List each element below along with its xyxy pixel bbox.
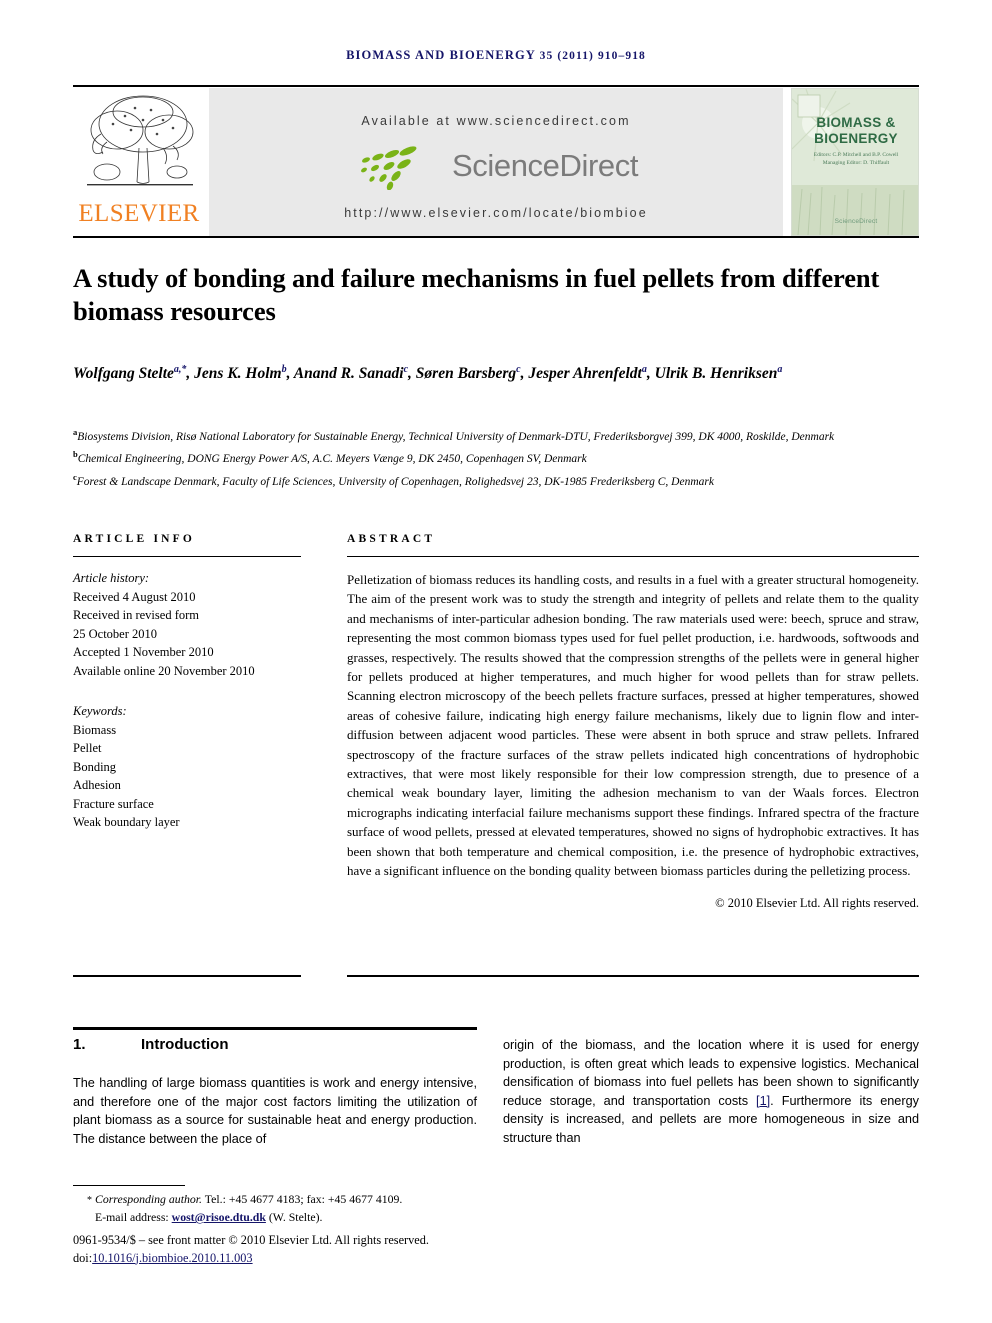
article-page: BIOMASS AND BIOENERGY 35 (2011) 910–918 <box>0 0 992 1323</box>
keyword-item: Biomass <box>73 722 117 737</box>
affiliation-text: Biosystems Division, Risø National Labor… <box>77 430 835 443</box>
doi-line: doi:10.1016/j.biombioe.2010.11.003 <box>73 1250 543 1268</box>
affiliation-list: aBiosystems Division, Risø National Labo… <box>73 424 919 491</box>
affiliation-text: Chemical Engineering, DONG Energy Power … <box>77 453 587 466</box>
section-rule <box>73 1027 477 1030</box>
sciencedirect-band: Available at www.sciencedirect.com Scien… <box>209 88 783 236</box>
cover-title: BIOMASS & BIOENERGY <box>814 115 898 146</box>
cover-editors: Editors: C.P. Mitchell and B.P. Cowell M… <box>813 152 899 166</box>
journal-url-text: http://www.elsevier.com/locate/biombioe <box>344 206 648 220</box>
keyword-item: Fracture surface <box>73 796 154 811</box>
doi-link[interactable]: 10.1016/j.biombioe.2010.11.003 <box>92 1251 252 1265</box>
header-rule <box>73 85 919 87</box>
page-title: A study of bonding and failure mechanism… <box>73 263 880 326</box>
body-column-right: origin of the biomass, and the location … <box>503 1036 919 1148</box>
email-link[interactable]: wost@risoe.dtu.dk <box>172 1210 266 1224</box>
history-item: Accepted 1 November 2010 <box>73 645 214 659</box>
body-column-left: The handling of large biomass quantities… <box>73 1076 477 1146</box>
keyword-item: Pellet <box>73 741 102 755</box>
abstract-text: Pelletization of biomass reduces its han… <box>347 572 919 879</box>
affiliation-item: bChemical Engineering, DONG Energy Power… <box>73 446 919 468</box>
email-label: E-mail address: <box>95 1210 169 1224</box>
reference-link-1[interactable]: [1] <box>756 1094 770 1108</box>
sciencedirect-wordmark: ScienceDirect <box>452 148 639 183</box>
keywords-block: Keywords: Biomass Pellet Bonding Adhesio… <box>73 702 301 832</box>
elsevier-tree-icon <box>87 95 194 186</box>
article-info-column: ARTICLE INFO Article history: Received 4… <box>73 533 301 832</box>
cover-sciencedirect-label: ScienceDirect <box>834 218 878 225</box>
abstract-heading: ABSTRACT <box>347 533 436 545</box>
history-item: 25 October 2010 <box>73 626 158 641</box>
section-number: 1. <box>73 1036 86 1053</box>
running-head-citation: 35 (2011) 910–918 <box>539 50 646 62</box>
article-info-heading: ARTICLE INFO <box>73 533 196 545</box>
corresponding-author-label: Corresponding author. <box>94 1192 203 1206</box>
elsevier-logo: ELSEVIER <box>73 88 205 236</box>
copyright-line: © 2010 Elsevier Ltd. All rights reserved… <box>715 895 919 910</box>
footnote-rule <box>73 1185 185 1186</box>
sciencedirect-leaves-icon <box>361 146 417 191</box>
masthead: ELSEVIER Available at www.sciencedirect.… <box>73 88 919 236</box>
abstract-bottom-rule <box>347 975 919 977</box>
history-item: Available online 20 November 2010 <box>73 663 255 678</box>
elsevier-wordmark: ELSEVIER <box>78 200 200 227</box>
article-history: Article history: Received 4 August 2010 … <box>73 569 301 680</box>
footnote-asterisk: * <box>87 1195 92 1206</box>
section-title: Introduction <box>141 1036 229 1053</box>
author-list: Wolfgang Steltea,*, Jens K. Holmb, Anand… <box>73 364 783 383</box>
affiliation-item: cForest & Landscape Denmark, Faculty of … <box>73 469 919 491</box>
affiliation-item: aBiosystems Division, Risø National Labo… <box>73 424 919 446</box>
keywords-label: Keywords: <box>73 704 127 718</box>
issn-line: 0961-9534/$ – see front matter © 2010 El… <box>73 1233 429 1247</box>
article-info-bottom-rule <box>73 975 301 977</box>
keyword-item: Bonding <box>73 759 117 774</box>
affiliation-text: Forest & Landscape Denmark, Faculty of L… <box>76 475 714 488</box>
doi-prefix: doi: <box>73 1250 93 1265</box>
keyword-item: Adhesion <box>73 778 121 792</box>
issn-and-doi: 0961-9534/$ – see front matter © 2010 El… <box>73 1232 543 1267</box>
abstract-column: ABSTRACT Pelletization of biomass reduce… <box>347 533 919 911</box>
journal-cover-thumbnail: BIOMASS & BIOENERGY Editors: C.P. Mitche… <box>791 88 919 236</box>
email-owner: (W. Stelte). <box>268 1210 323 1224</box>
running-head-journal: BIOMASS AND BIOENERGY <box>346 48 536 62</box>
history-item: Received 4 August 2010 <box>73 589 196 604</box>
history-item: Received in revised form <box>73 608 199 622</box>
article-info-rule <box>73 556 301 557</box>
keyword-item: Weak boundary layer <box>73 815 180 829</box>
abstract-rule <box>347 556 919 557</box>
corresponding-author-note: * Corresponding author. Tel.: +45 4677 4… <box>73 1191 513 1226</box>
article-history-label: Article history: <box>73 571 150 585</box>
masthead-bottom-rule <box>73 236 919 238</box>
sciencedirect-logo: ScienceDirect <box>209 144 783 191</box>
running-head: BIOMASS AND BIOENERGY 35 (2011) 910–918 <box>0 48 992 63</box>
corresponding-author-contact: Tel.: +45 4677 4183; fax: +45 4677 4109. <box>202 1192 403 1206</box>
available-at-text: Available at www.sciencedirect.com <box>361 114 631 128</box>
section-heading: 1. Introduction <box>73 1036 477 1053</box>
